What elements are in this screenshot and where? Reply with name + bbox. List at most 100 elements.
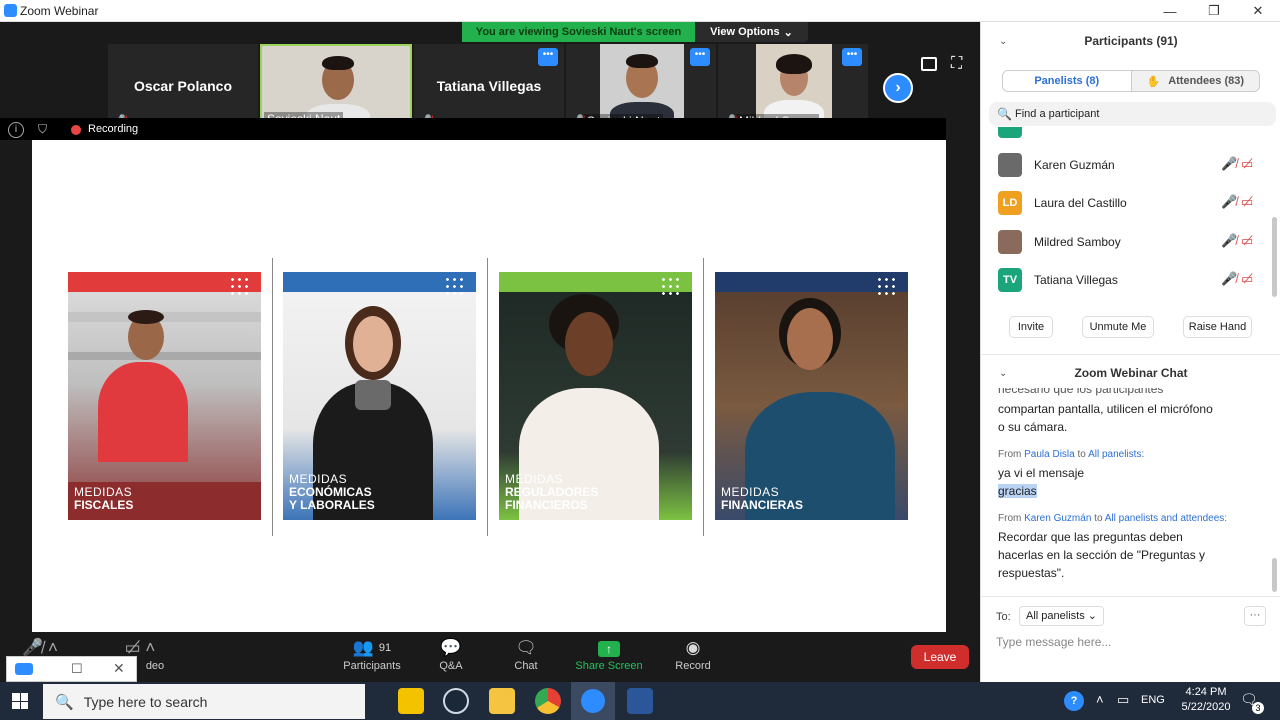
- minimize-button[interactable]: —: [1148, 0, 1192, 22]
- to-label: to: [1094, 513, 1103, 524]
- qa-button[interactable]: 💬 Q&A: [411, 636, 491, 672]
- share-icon-wrap: ↑: [569, 636, 649, 660]
- invite-button[interactable]: Invite: [1009, 316, 1053, 338]
- zoom-app-icon: [4, 4, 17, 17]
- chat-scrollbar[interactable]: [1272, 558, 1277, 592]
- mini-window[interactable]: ☐ ✕: [6, 656, 137, 682]
- caption-line3: Y LABORALES: [289, 498, 375, 512]
- chat-meta: From Paula Disla to All panelists:: [998, 449, 1144, 460]
- share-screen-button[interactable]: ↑ Share Screen: [569, 636, 649, 672]
- chat-sender[interactable]: Karen Guzmán: [1024, 513, 1091, 524]
- tab-panelists[interactable]: Panelists (8): [1003, 71, 1132, 91]
- participants-scrollbar[interactable]: [1272, 217, 1277, 297]
- next-page-button[interactable]: ›: [883, 73, 913, 103]
- unmute-me-button[interactable]: Unmute Me: [1082, 316, 1154, 338]
- share-screen-label: Share Screen: [575, 660, 643, 672]
- chat-text: ya vi el mensaje: [998, 466, 1085, 480]
- caption-line1: MEDIDAS: [289, 472, 348, 486]
- chat-sender[interactable]: Paula Disla: [1024, 449, 1075, 460]
- qa-icon: 💬: [440, 638, 462, 657]
- qa-label: Q&A: [439, 660, 463, 672]
- shared-screen-bar: i ⛉ Recording: [0, 118, 946, 140]
- chat-text: Recordar que las preguntas deben: [998, 530, 1183, 544]
- view-options-button[interactable]: View Options ⌄: [695, 22, 808, 42]
- zoom-mini-icon: [15, 663, 33, 675]
- word-icon[interactable]: [627, 688, 653, 714]
- language-indicator[interactable]: ENG: [1141, 694, 1165, 706]
- avatar: [998, 230, 1022, 254]
- chat-recipient[interactable]: All panelists:: [1088, 449, 1144, 460]
- participants-button[interactable]: 👥 91 Participants: [332, 636, 412, 672]
- video-off-icon: ▭̸: [1241, 156, 1254, 171]
- network-icon[interactable]: ▭: [1117, 692, 1129, 708]
- record-button[interactable]: ◉ Record: [653, 636, 733, 672]
- sticky-notes-icon[interactable]: [398, 688, 424, 714]
- participants-label: Participants: [343, 660, 401, 672]
- close-icon[interactable]: ✕: [113, 660, 125, 677]
- caption-line2: FINANCIERAS: [721, 498, 804, 512]
- avatar: LD: [998, 191, 1022, 215]
- to-label: to: [1077, 449, 1086, 460]
- participant-name: Oscar Polanco: [133, 78, 233, 94]
- windows-taskbar: 🔍 Type here to search ? ˄ ▭ ENG 4:24 PM …: [0, 682, 1280, 720]
- maximize-icon[interactable]: ☐: [71, 661, 83, 677]
- gallery-view-icon[interactable]: [921, 57, 937, 71]
- file-explorer-icon[interactable]: [489, 688, 515, 714]
- participant-name: Tatiana Villegas: [1034, 273, 1118, 287]
- fullscreen-icon[interactable]: ⛶: [951, 55, 969, 73]
- message-input[interactable]: Type message here...: [996, 635, 1111, 649]
- list-item[interactable]: TV Tatiana Villegas 🎤̸ ▭̸: [981, 261, 1271, 295]
- info-icon[interactable]: i: [8, 122, 24, 138]
- raise-hand-button[interactable]: Raise Hand: [1183, 316, 1252, 338]
- more-icon[interactable]: ···: [1244, 606, 1266, 626]
- share-screen-icon: ↑: [598, 641, 620, 657]
- chat-text: necesario que los participantes: [998, 388, 1164, 396]
- restore-button[interactable]: ❐: [1192, 0, 1236, 22]
- help-icon[interactable]: ?: [1064, 691, 1084, 711]
- video-off-icon: ▭̸: [1241, 233, 1254, 248]
- leave-button[interactable]: Leave: [911, 645, 969, 669]
- steam-icon[interactable]: [443, 688, 469, 714]
- shared-slide: MEDIDAS FISCALES MEDIDAS ECONÓMICAS Y LA…: [32, 140, 946, 632]
- chat-title: Zoom Webinar Chat: [1074, 366, 1188, 380]
- slide-card: MEDIDAS FISCALES: [68, 272, 261, 520]
- clock-time: 4:24 PM: [1185, 686, 1227, 698]
- zoom-icon: [581, 689, 605, 713]
- chat-text: hacerlas en la sección de "Preguntas y: [998, 548, 1206, 562]
- chevron-up-icon[interactable]: ˄: [1096, 692, 1104, 707]
- slide-card: MEDIDAS ECONÓMICAS Y LABORALES: [283, 272, 476, 520]
- tab-attendees[interactable]: ✋ Attendees (83): [1131, 71, 1259, 91]
- decor-dots: [660, 276, 682, 298]
- caption-line2: FISCALES: [74, 498, 134, 512]
- meeting-toolbar: 🎤̸ ˄ ▭̸ ˄ deo 👥 91 Participants 💬 Q&A 🗨 …: [0, 632, 980, 682]
- participant-name: Karen Guzmán: [1034, 158, 1115, 172]
- chat-button[interactable]: 🗨 Chat: [486, 636, 566, 672]
- window-title: Zoom Webinar: [20, 4, 99, 18]
- slide-card: MEDIDAS FINANCIERAS: [715, 272, 908, 520]
- tab-attendees-label: Attendees (83): [1168, 75, 1244, 87]
- participant-search-input[interactable]: 🔍 Find a participant: [989, 102, 1276, 126]
- more-options-icon[interactable]: •••: [690, 48, 710, 66]
- recipient-dropdown[interactable]: All panelists ⌄: [1019, 606, 1104, 626]
- list-item[interactable]: Mildred Samboy 🎤̸ ▭̸: [981, 223, 1271, 261]
- participants-icon-wrap: 👥 91: [332, 636, 412, 660]
- more-options-icon[interactable]: •••: [842, 48, 862, 66]
- clock[interactable]: 4:24 PM 5/22/2020: [1176, 686, 1236, 713]
- participants-title: Participants (91): [1084, 34, 1178, 48]
- viewing-message: You are viewing Sovieski Naut's screen: [462, 22, 695, 42]
- video-off-icon: ▭̸: [1241, 271, 1254, 286]
- taskbar-search-input[interactable]: 🔍 Type here to search: [43, 684, 365, 719]
- close-button[interactable]: ✕: [1236, 0, 1280, 22]
- chrome-icon[interactable]: [535, 688, 561, 714]
- list-item[interactable]: [981, 127, 1271, 145]
- chat-recipient-bar: To: All panelists ⌄ ···: [981, 604, 1280, 632]
- from-label: From: [998, 513, 1022, 524]
- chat-recipient[interactable]: All panelists and attendees:: [1105, 513, 1227, 524]
- windows-logo-icon: [12, 693, 28, 709]
- more-options-icon[interactable]: •••: [538, 48, 558, 66]
- zoom-taskbar-button[interactable]: [571, 682, 615, 720]
- list-item[interactable]: LD Laura del Castillo 🎤̸ ▭̸: [981, 184, 1271, 222]
- start-button[interactable]: [0, 682, 40, 720]
- list-item[interactable]: Karen Guzmán 🎤̸ ▭̸: [981, 146, 1271, 184]
- shield-icon[interactable]: ⛉: [38, 122, 54, 138]
